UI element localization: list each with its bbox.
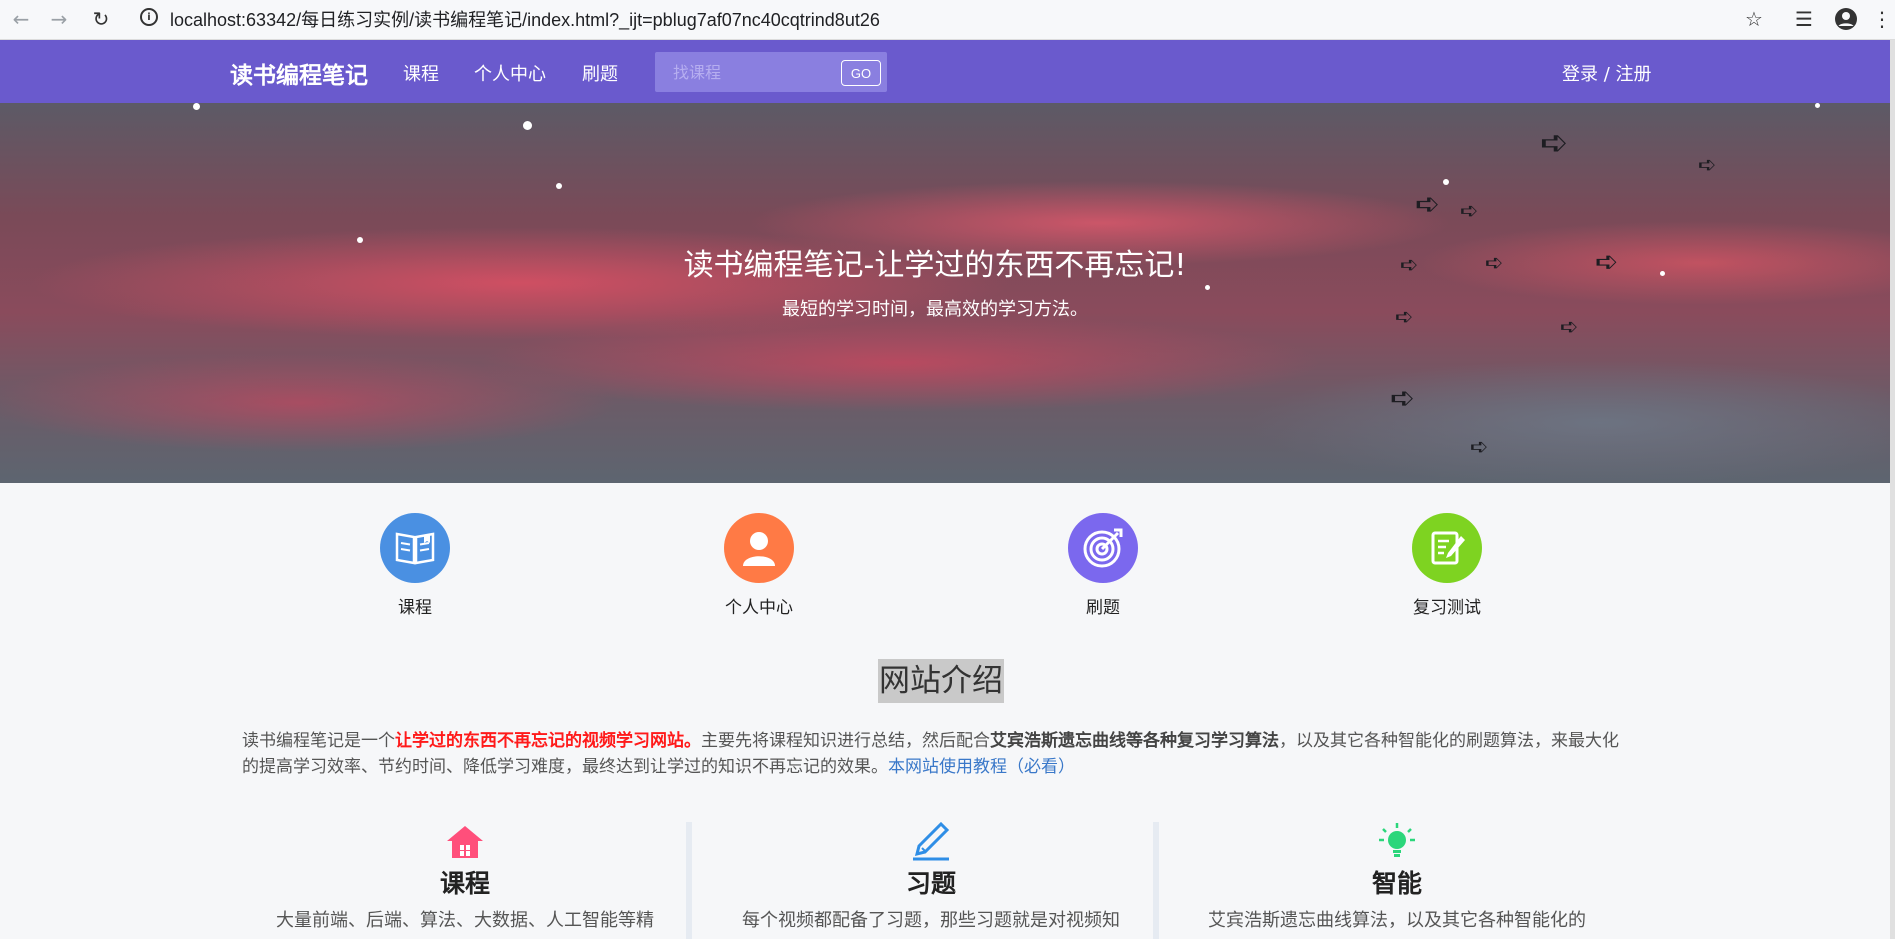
- site-brand[interactable]: 读书编程笔记: [230, 56, 368, 90]
- star-icon[interactable]: ☆: [1740, 5, 1768, 33]
- feature-profile[interactable]: 个人中心: [659, 513, 859, 618]
- pen-icon: [706, 822, 1156, 862]
- intro-highlight-bold: 艾宾浩斯遗忘曲线等各种复习学习算法: [990, 731, 1279, 751]
- playlist-icon[interactable]: ☰: [1790, 5, 1818, 33]
- browser-toolbar: ← → ↻ i localhost:63342/每日练习实例/读书编程笔记/in…: [0, 0, 1895, 40]
- star-dot: [556, 183, 562, 189]
- star-dot: [523, 121, 532, 130]
- intro-highlight-red: 让学过的东西不再忘记的视频学习网站。: [395, 731, 701, 751]
- card-title: 习题: [905, 869, 956, 898]
- bird-icon: ➪: [1540, 123, 1569, 163]
- feature-review-test[interactable]: 复习测试: [1347, 513, 1547, 618]
- edit-icon: [1412, 513, 1482, 583]
- feature-courses[interactable]: 课程: [315, 513, 515, 618]
- back-icon[interactable]: ←: [8, 6, 34, 32]
- bird-icon: ➪: [1698, 153, 1717, 178]
- login-register-link[interactable]: 登录 / 注册: [1562, 60, 1652, 86]
- intro-text-2: 主要先将课程知识进行总结，然后配合: [701, 731, 990, 751]
- bird-icon: ➪: [1470, 435, 1489, 460]
- home-icon: [240, 822, 690, 862]
- feature-label: 课程: [398, 598, 432, 618]
- info-icon[interactable]: i: [140, 8, 158, 26]
- address-bar[interactable]: localhost:63342/每日练习实例/读书编程笔记/index.html…: [170, 6, 880, 32]
- reload-icon[interactable]: ↻: [88, 6, 114, 32]
- tutorial-link[interactable]: 本网站使用教程（必看）: [888, 757, 1075, 777]
- page-scrollbar[interactable]: [1890, 40, 1895, 939]
- card-smart[interactable]: 智能 艾宾浩斯遗忘曲线算法，以及其它各种智能化的: [1172, 822, 1622, 939]
- menu-icon[interactable]: ⋮: [1872, 5, 1892, 33]
- bird-icon: ➪: [1460, 199, 1479, 224]
- target-icon: [1068, 513, 1138, 583]
- forward-icon[interactable]: →: [46, 6, 72, 32]
- bulb-icon: [1172, 822, 1622, 862]
- star-dot: [1205, 285, 1210, 290]
- bird-icon: ➪: [1390, 381, 1416, 416]
- book-icon: [380, 513, 450, 583]
- card-divider: [686, 822, 692, 939]
- search-box: GO: [655, 52, 887, 92]
- nav-link-profile[interactable]: 个人中心: [474, 60, 546, 86]
- card-exercises[interactable]: 习题 每个视频都配备了习题，那些习题就是对视频知: [706, 822, 1156, 939]
- account-icon[interactable]: [1832, 5, 1860, 33]
- site-navbar: 读书编程笔记 课程 个人中心 刷题 GO 登录 / 注册: [0, 40, 1895, 103]
- intro-paragraph: 读书编程笔记是一个让学过的东西不再忘记的视频学习网站。主要先将课程知识进行总结，…: [242, 728, 1632, 780]
- feature-label: 复习测试: [1413, 598, 1481, 618]
- intro-text-1: 读书编程笔记是一个: [242, 731, 395, 751]
- star-dot: [1443, 179, 1449, 185]
- nav-link-courses[interactable]: 课程: [403, 60, 439, 86]
- search-input[interactable]: [655, 52, 835, 92]
- intro-title: 网站介绍: [878, 659, 1004, 703]
- card-description: 大量前端、后端、算法、大数据、人工智能等精: [276, 910, 654, 931]
- bird-icon: ➪: [1415, 187, 1441, 222]
- nav-link-practice[interactable]: 刷题: [582, 60, 618, 86]
- card-title: 课程: [439, 869, 490, 898]
- hero-subtitle: 最短的学习时间，最高效的学习方法。: [782, 299, 1088, 320]
- card-divider: [1153, 822, 1159, 939]
- search-go-button[interactable]: GO: [841, 60, 881, 86]
- user-icon: [724, 513, 794, 583]
- card-description: 每个视频都配备了习题，那些习题就是对视频知: [742, 910, 1120, 931]
- feature-label: 个人中心: [725, 598, 793, 618]
- card-courses[interactable]: 课程 大量前端、后端、算法、大数据、人工智能等精: [240, 822, 690, 939]
- star-dot: [193, 103, 200, 110]
- card-title: 智能: [1371, 869, 1422, 898]
- feature-label: 刷题: [1086, 598, 1120, 618]
- star-dot: [1815, 103, 1820, 108]
- hero-banner: ➪ ➪ ➪ ➪ ➪ ➪ ➪ ➪ ➪ ➪ ➪ 读书编程笔记-让学过的东西不再忘记!…: [0, 103, 1890, 483]
- card-description: 艾宾浩斯遗忘曲线算法，以及其它各种智能化的: [1208, 910, 1586, 931]
- hero-title: 读书编程笔记-让学过的东西不再忘记!: [683, 248, 1187, 283]
- feature-practice[interactable]: 刷题: [1003, 513, 1203, 618]
